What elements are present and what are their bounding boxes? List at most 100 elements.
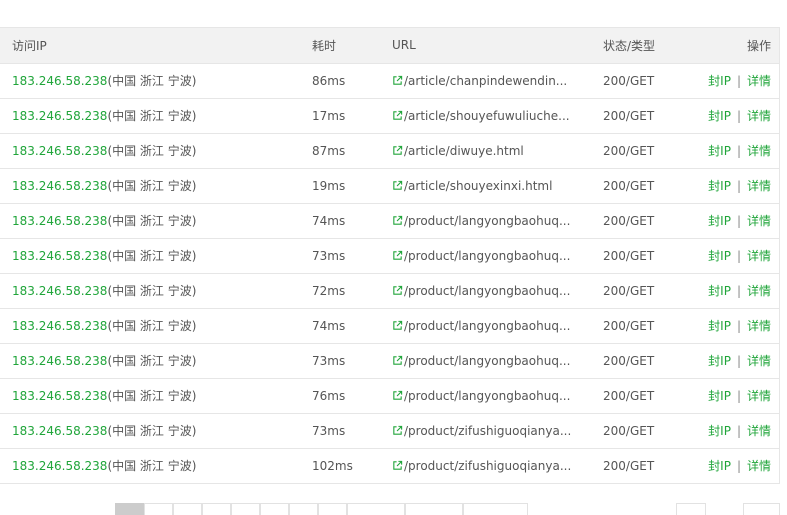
actions-cell: 封IP | 详情: [696, 98, 779, 133]
page-button[interactable]: [318, 503, 347, 515]
ip-address-link[interactable]: 183.246.58.238: [12, 249, 107, 263]
external-link-icon[interactable]: [392, 425, 403, 436]
detail-button[interactable]: 详情: [747, 459, 771, 473]
detail-button[interactable]: 详情: [747, 424, 771, 438]
detail-button[interactable]: 详情: [747, 214, 771, 228]
block-ip-button[interactable]: 封IP: [708, 354, 731, 368]
actions-cell: 封IP | 详情: [696, 413, 779, 448]
ip-address-link[interactable]: 183.246.58.238: [12, 74, 107, 88]
url-link[interactable]: /product/langyongbaohuq...: [404, 214, 570, 228]
external-link-icon[interactable]: [392, 250, 403, 261]
block-ip-button[interactable]: 封IP: [708, 389, 731, 403]
time-cell: 73ms: [312, 248, 346, 263]
detail-button[interactable]: 详情: [747, 319, 771, 333]
action-separator: |: [736, 389, 741, 403]
status-cell: 200/GET: [603, 73, 655, 88]
url-link[interactable]: /article/chanpindewendin...: [404, 74, 567, 88]
page-button-active[interactable]: [115, 503, 144, 515]
table-row: 183.246.58.238(中国 浙江 宁波) 76ms/product/lan…: [0, 378, 779, 413]
page-button[interactable]: [173, 503, 202, 515]
external-link-icon[interactable]: [392, 75, 403, 86]
page-button-last[interactable]: [463, 503, 528, 515]
detail-button[interactable]: 详情: [747, 389, 771, 403]
external-link-icon[interactable]: [392, 460, 403, 471]
url-link[interactable]: /product/zifushiguoqianya...: [404, 459, 571, 473]
page-jump-button[interactable]: [743, 503, 780, 515]
detail-button[interactable]: 详情: [747, 284, 771, 298]
ip-address-link[interactable]: 183.246.58.238: [12, 284, 107, 298]
detail-button[interactable]: 详情: [747, 109, 771, 123]
table-body: 183.246.58.238(中国 浙江 宁波) 86ms/article/cha…: [0, 63, 779, 483]
block-ip-button[interactable]: 封IP: [708, 459, 731, 473]
detail-button[interactable]: 详情: [747, 249, 771, 263]
url-link[interactable]: /article/shouyexinxi.html: [404, 179, 552, 193]
detail-button[interactable]: 详情: [747, 74, 771, 88]
action-separator: |: [736, 319, 741, 333]
external-link-icon[interactable]: [392, 215, 403, 226]
ip-address-link[interactable]: 183.246.58.238: [12, 109, 107, 123]
url-cell: /article/shouyefuwuliuche...: [380, 98, 591, 133]
external-link-icon[interactable]: [392, 320, 403, 331]
actions-cell: 封IP | 详情: [696, 203, 779, 238]
url-link[interactable]: /product/langyongbaohuq...: [404, 284, 570, 298]
page-button[interactable]: [231, 503, 260, 515]
detail-button[interactable]: 详情: [747, 179, 771, 193]
page-button-prev[interactable]: [347, 503, 405, 515]
action-separator: |: [736, 424, 741, 438]
block-ip-button[interactable]: 封IP: [708, 74, 731, 88]
url-cell: /product/langyongbaohuq...: [380, 343, 591, 378]
ip-address-link[interactable]: 183.246.58.238: [12, 459, 107, 473]
table-row: 183.246.58.238(中国 浙江 宁波) 87ms/article/diw…: [0, 133, 779, 168]
block-ip-button[interactable]: 封IP: [708, 214, 731, 228]
external-link-icon[interactable]: [392, 285, 403, 296]
ip-address-link[interactable]: 183.246.58.238: [12, 214, 107, 228]
detail-button[interactable]: 详情: [747, 144, 771, 158]
page-button[interactable]: [202, 503, 231, 515]
url-link[interactable]: /article/diwuye.html: [404, 144, 524, 158]
page-jump-input[interactable]: [676, 503, 706, 515]
page-button-next[interactable]: [405, 503, 463, 515]
ip-address-link[interactable]: 183.246.58.238: [12, 319, 107, 333]
table-row: 183.246.58.238(中国 浙江 宁波) 86ms/article/cha…: [0, 63, 779, 98]
ip-cell: 183.246.58.238(中国 浙江 宁波): [0, 133, 300, 168]
ip-address-link[interactable]: 183.246.58.238: [12, 354, 107, 368]
page-button[interactable]: [289, 503, 318, 515]
action-separator: |: [736, 144, 741, 158]
external-link-icon[interactable]: [392, 110, 403, 121]
ip-address-link[interactable]: 183.246.58.238: [12, 389, 107, 403]
url-link[interactable]: /product/langyongbaohuq...: [404, 354, 570, 368]
block-ip-button[interactable]: 封IP: [708, 319, 731, 333]
column-header-url: URL: [392, 38, 416, 53]
table-row: 183.246.58.238(中国 浙江 宁波) 102ms/product/zi…: [0, 448, 779, 483]
block-ip-button[interactable]: 封IP: [708, 109, 731, 123]
external-link-icon[interactable]: [392, 145, 403, 156]
block-ip-button[interactable]: 封IP: [708, 249, 731, 263]
column-header-actions: 操作: [746, 38, 771, 53]
time-cell: 87ms: [312, 143, 346, 158]
block-ip-button[interactable]: 封IP: [708, 284, 731, 298]
url-cell: /product/langyongbaohuq...: [380, 238, 591, 273]
page-button[interactable]: [144, 503, 173, 515]
url-link[interactable]: /article/shouyefuwuliuche...: [404, 109, 570, 123]
block-ip-button[interactable]: 封IP: [708, 144, 731, 158]
url-link[interactable]: /product/zifushiguoqianya...: [404, 424, 571, 438]
status-cell: 200/GET: [603, 248, 655, 263]
column-header-ip: 访问IP: [12, 38, 47, 53]
url-link[interactable]: /product/langyongbaohuq...: [404, 249, 570, 263]
ip-address-link[interactable]: 183.246.58.238: [12, 179, 107, 193]
action-separator: |: [736, 214, 741, 228]
block-ip-button[interactable]: 封IP: [708, 424, 731, 438]
url-link[interactable]: /product/langyongbaohuq...: [404, 319, 570, 333]
url-link[interactable]: /product/langyongbaohuq...: [404, 389, 570, 403]
detail-button[interactable]: 详情: [747, 354, 771, 368]
ip-address-link[interactable]: 183.246.58.238: [12, 424, 107, 438]
external-link-icon[interactable]: [392, 355, 403, 366]
time-cell: 76ms: [312, 388, 346, 403]
external-link-icon[interactable]: [392, 390, 403, 401]
ip-address-link[interactable]: 183.246.58.238: [12, 144, 107, 158]
external-link-icon[interactable]: [392, 180, 403, 191]
ip-location: (中国 浙江 宁波): [107, 389, 197, 403]
table-row: 183.246.58.238(中国 浙江 宁波) 74ms/product/lan…: [0, 203, 779, 238]
page-button[interactable]: [260, 503, 289, 515]
block-ip-button[interactable]: 封IP: [708, 179, 731, 193]
